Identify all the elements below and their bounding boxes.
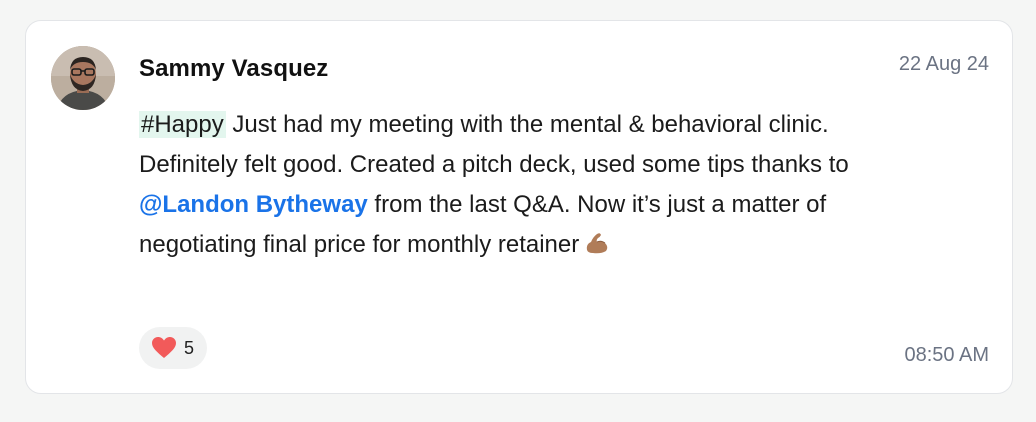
post-time: 08:50 AM (904, 344, 989, 366)
heart-icon (151, 336, 177, 360)
post-card: Sammy Vasquez 22 Aug 24 #Happy Just had … (25, 20, 1013, 394)
avatar-photo (51, 46, 115, 110)
flexed-biceps-icon (583, 228, 611, 256)
reaction-count: 5 (184, 337, 195, 358)
author-name[interactable]: Sammy Vasquez (139, 55, 328, 83)
heart-reaction-button[interactable]: 5 (139, 327, 207, 369)
post-text-part-1: Just had my meeting with the mental & be… (139, 111, 849, 178)
hashtag-link[interactable]: #Happy (139, 111, 226, 138)
mention-link[interactable]: @Landon Bytheway (139, 191, 368, 218)
post-body: #Happy Just had my meeting with the ment… (139, 105, 899, 265)
post-date: 22 Aug 24 (898, 53, 989, 75)
avatar[interactable] (51, 46, 115, 110)
